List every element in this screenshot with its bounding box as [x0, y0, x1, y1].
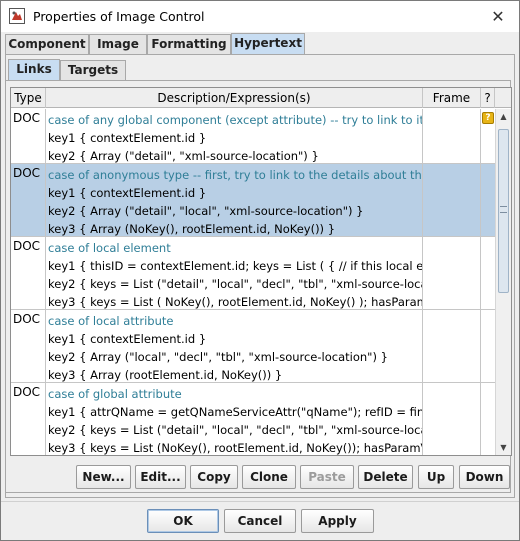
links-table: Type Description/Expression(s) Frame ? D…: [10, 87, 512, 456]
scrollbar-thumb[interactable]: [498, 129, 509, 293]
scroll-down-icon[interactable]: ▼: [496, 440, 511, 455]
tab-links[interactable]: Links: [8, 59, 60, 80]
delete-button[interactable]: Delete: [358, 465, 413, 489]
edit-button[interactable]: Edit...: [135, 465, 186, 489]
tab-hypertext[interactable]: Hypertext: [231, 33, 305, 54]
column-header-type[interactable]: Type: [11, 88, 46, 108]
table-row[interactable]: DOC case of any global component (except…: [11, 109, 495, 164]
row-key-expression: key3 { keys = List ( NoKey(), rootElemen…: [48, 295, 423, 309]
row-description: case of global attribute key1 { attrQNam…: [46, 383, 423, 455]
column-header-help[interactable]: ?: [481, 88, 495, 108]
row-frame: [423, 237, 481, 309]
divider: [1, 501, 519, 502]
vertical-scrollbar[interactable]: ▲ ▼: [495, 109, 511, 455]
table-row[interactable]: DOC case of local attribute key1 { conte…: [11, 310, 495, 383]
scroll-up-icon[interactable]: ▲: [496, 109, 511, 124]
table-row[interactable]: DOC case of global attribute key1 { attr…: [11, 383, 495, 455]
row-frame: [423, 164, 481, 236]
grip-icon: [500, 206, 507, 213]
tab-targets[interactable]: Targets: [60, 60, 126, 80]
ok-button[interactable]: OK: [147, 509, 219, 533]
row-description: case of anonymous type -- first, try to …: [46, 164, 423, 236]
row-help: ?: [481, 109, 495, 163]
row-type: DOC: [11, 383, 46, 455]
row-help: [481, 310, 495, 382]
tab-image[interactable]: Image: [89, 34, 147, 54]
window-title: Properties of Image Control: [33, 9, 205, 24]
down-button[interactable]: Down: [459, 465, 510, 489]
up-button[interactable]: Up: [418, 465, 454, 489]
row-key-expression: key1 { contextElement.id }: [48, 131, 207, 145]
row-case-label: case of local attribute: [48, 314, 174, 328]
app-logo-icon: [9, 8, 25, 24]
row-case-label: case of any global component (except att…: [48, 113, 422, 127]
clone-button[interactable]: Clone: [242, 465, 296, 489]
table-row[interactable]: DOC case of local element key1 { thisID …: [11, 237, 495, 310]
title-bar[interactable]: Properties of Image Control ✕: [1, 1, 519, 32]
new-button[interactable]: New...: [76, 465, 131, 489]
copy-button[interactable]: Copy: [190, 465, 238, 489]
row-key-expression: key2 { Array ("detail", "local", "xml-so…: [48, 204, 364, 218]
row-case-label: case of global attribute: [48, 387, 182, 401]
row-key-expression: key1 { thisID = contextElement.id; keys …: [48, 259, 423, 273]
row-frame: [423, 310, 481, 382]
tab-formatting[interactable]: Formatting: [147, 34, 231, 54]
row-key-expression: key3 { Array (rootElement.id, NoKey()) }: [48, 368, 283, 382]
row-key-expression: key2 { Array ("local", "decl", "tbl", "x…: [48, 350, 388, 364]
row-description: case of any global component (except att…: [46, 109, 423, 163]
row-frame: [423, 109, 481, 163]
row-case-label: case of local element: [48, 241, 171, 255]
row-type: DOC: [11, 310, 46, 382]
row-frame: [423, 383, 481, 455]
row-key-expression: key2 { keys = List ("detail", "local", "…: [48, 423, 423, 437]
row-case-label: case of anonymous type -- first, try to …: [48, 168, 422, 182]
row-key-expression: key1 { attrQName = getQNameServiceAttr("…: [48, 405, 422, 419]
row-type: DOC: [11, 109, 46, 163]
cancel-button[interactable]: Cancel: [224, 509, 296, 533]
row-key-expression: key1 { contextElement.id }: [48, 186, 207, 200]
row-key-expression: key1 { contextElement.id }: [48, 332, 207, 346]
dialog-window: Properties of Image Control ✕ Component …: [0, 0, 520, 541]
row-key-expression: key3 { Array (NoKey(), rootElement.id, N…: [48, 222, 336, 236]
paste-button[interactable]: Paste: [300, 465, 354, 489]
column-header-description[interactable]: Description/Expression(s): [46, 88, 423, 108]
row-help: [481, 164, 495, 236]
column-header-frame[interactable]: Frame: [423, 88, 481, 108]
row-help: [481, 237, 495, 309]
apply-button[interactable]: Apply: [301, 509, 374, 533]
row-description: case of local attribute key1 { contextEl…: [46, 310, 423, 382]
table-body: DOC case of any global component (except…: [11, 109, 495, 455]
tab-component[interactable]: Component: [5, 34, 89, 54]
row-key-expression: key2 { Array ("detail", "xml-source-loca…: [48, 149, 319, 163]
row-description: case of local element key1 { thisID = co…: [46, 237, 423, 309]
table-row[interactable]: DOC case of anonymous type -- first, try…: [11, 164, 495, 237]
row-key-expression: key2 { keys = List ("detail", "local", "…: [48, 277, 423, 291]
row-type: DOC: [11, 164, 46, 236]
row-key-expression: key3 { keys = List (NoKey(), rootElement…: [48, 441, 423, 455]
close-icon[interactable]: ✕: [487, 6, 509, 28]
row-help: [481, 383, 495, 455]
table-header: Type Description/Expression(s) Frame ?: [11, 88, 511, 108]
question-badge-icon[interactable]: ?: [482, 112, 494, 124]
row-type: DOC: [11, 237, 46, 309]
